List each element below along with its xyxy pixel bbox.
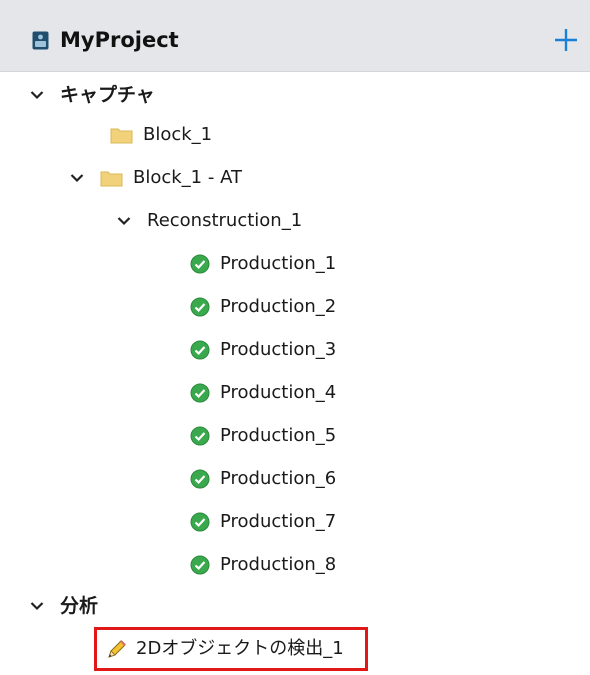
check-circle-icon [190,383,210,403]
check-circle-icon [190,426,210,446]
tree-item-label: Production_1 [220,253,337,274]
tree-item-production-3[interactable]: Production_3 [190,333,336,367]
tree-item-label: Production_8 [220,554,337,575]
tree-item-block-1[interactable]: Block_1 [110,118,212,152]
tree-item-label: Production_6 [220,468,337,489]
tree-item-production-6[interactable]: Production_6 [190,462,336,496]
tree-item-label: Block_1 [143,124,213,145]
tree-item-2d-object-detection[interactable]: 2Dオブジェクトの検出_1 [106,632,344,666]
tree-item-label: Block_1 - AT [133,167,242,188]
tree-group-capture[interactable]: キャプチャ [30,78,155,112]
check-circle-icon [190,340,210,360]
tree-item-production-5[interactable]: Production_5 [190,419,336,453]
chevron-down-icon[interactable] [70,173,84,183]
check-circle-icon [190,297,210,317]
tree-item-production-1[interactable]: Production_1 [190,247,336,281]
tree-item-label: Production_2 [220,296,337,317]
project-icon [32,31,49,50]
check-circle-icon [190,254,210,274]
tree-group-label: キャプチャ [60,84,155,106]
tree-item-production-8[interactable]: Production_8 [190,548,336,582]
tree-item-production-4[interactable]: Production_4 [190,376,336,410]
tree-item-label: Production_4 [220,382,337,403]
chevron-down-icon[interactable] [30,601,44,611]
tree-item-reconstruction-1[interactable]: Reconstruction_1 [117,204,302,238]
tree-item-label: 2Dオブジェクトの検出_1 [136,638,344,659]
tree-item-label: Production_7 [220,511,337,532]
pencil-icon [108,640,126,658]
chevron-down-icon[interactable] [117,216,131,226]
tree-item-label: Reconstruction_1 [147,210,303,231]
tree-group-analysis[interactable]: 分析 [30,589,98,623]
check-circle-icon [190,555,210,575]
tree-item-production-2[interactable]: Production_2 [190,290,336,324]
folder-icon [100,171,123,187]
tree-item-production-7[interactable]: Production_7 [190,505,336,539]
tree-item-block-1-at[interactable]: Block_1 - AT [70,161,242,195]
project-header: MyProject [0,0,590,72]
check-circle-icon [190,469,210,489]
project-title: MyProject [60,28,179,52]
folder-icon [110,128,133,144]
tree-group-label: 分析 [60,595,99,617]
chevron-down-icon[interactable] [30,90,44,100]
tree-item-label: Production_3 [220,339,337,360]
project-tree-panel: MyProject キャプチャ Block_1 Block_1 - AT Rec… [0,0,590,675]
plus-icon[interactable] [553,27,579,53]
tree-item-label: Production_5 [220,425,337,446]
check-circle-icon [190,512,210,532]
